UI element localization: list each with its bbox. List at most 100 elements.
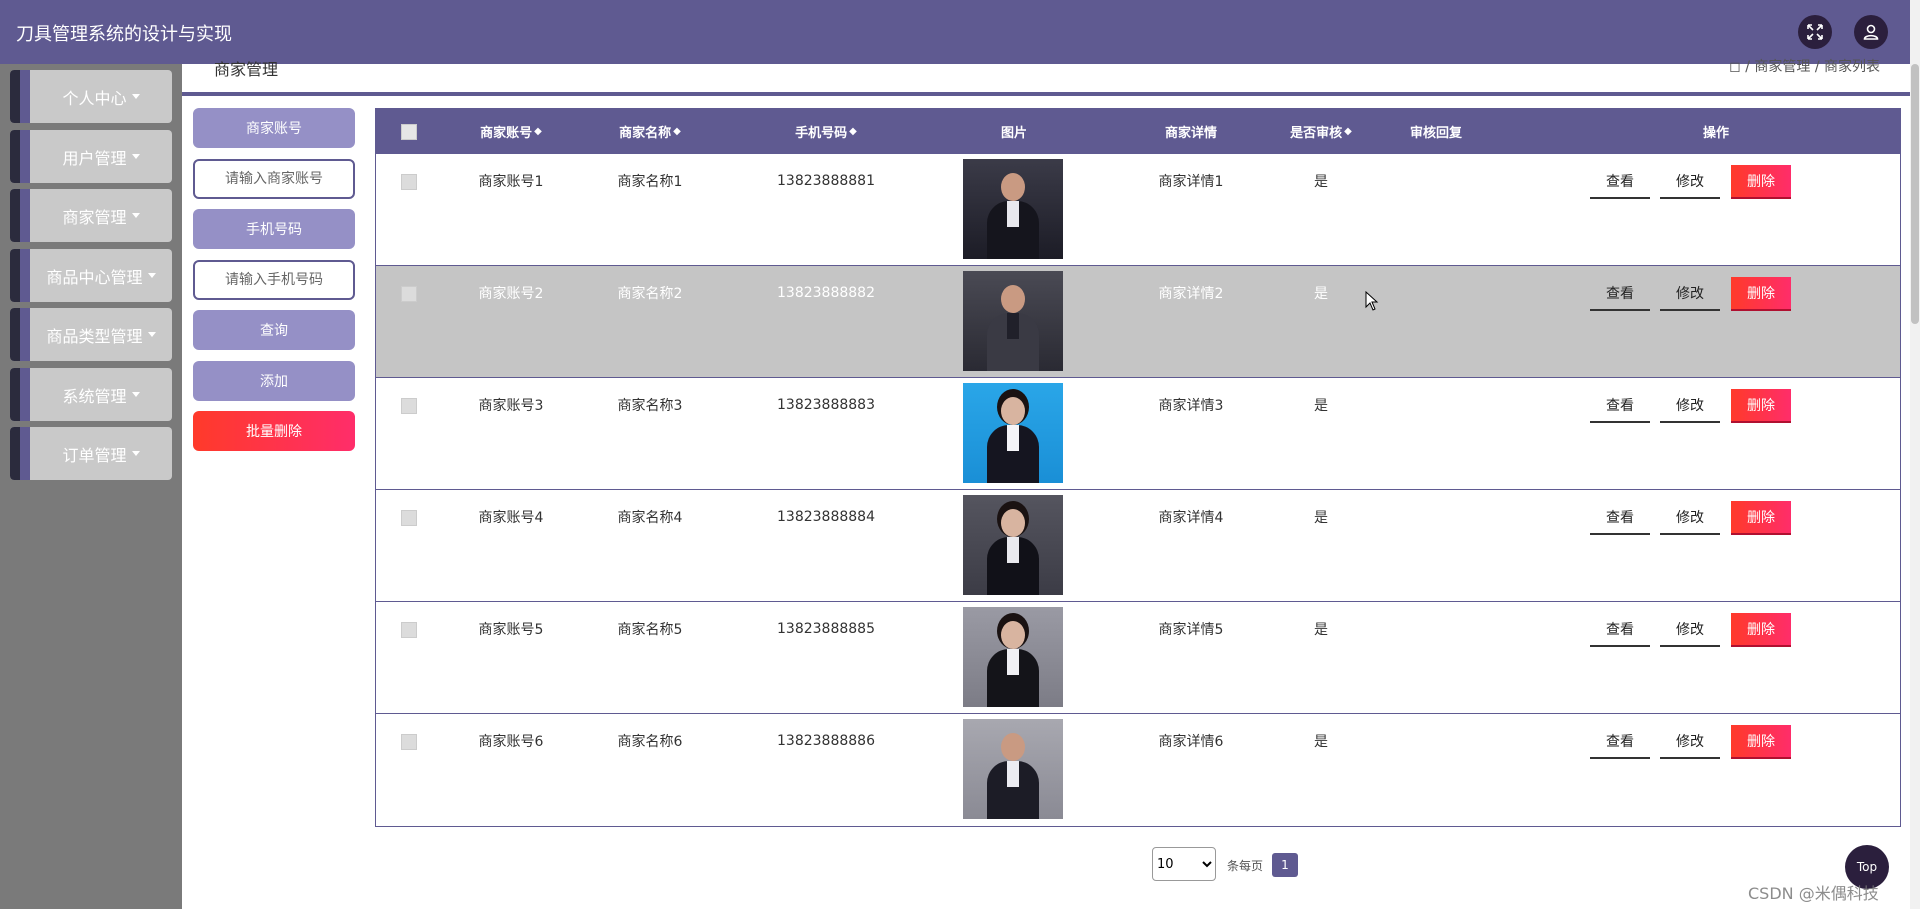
- col-header-name[interactable]: 商家名称 ◆: [610, 109, 690, 154]
- caret-down-icon: [131, 451, 140, 456]
- sidebar-item-user-management[interactable]: 用户管理: [10, 130, 172, 183]
- sort-icon: ◆: [673, 126, 681, 137]
- cell-detail: 商家详情6: [1158, 734, 1224, 750]
- col-header-phone[interactable]: 手机号码 ◆: [771, 109, 881, 154]
- merchant-photo: [963, 271, 1063, 371]
- row-checkbox[interactable]: [401, 622, 417, 638]
- sidebar-item-product-type[interactable]: 商品类型管理: [10, 308, 172, 361]
- fullscreen-icon: [1807, 24, 1823, 40]
- merchant-photo: [963, 159, 1063, 259]
- cell-detail: 商家详情5: [1158, 622, 1224, 638]
- user-button[interactable]: [1854, 15, 1888, 49]
- sidebar-item-merchant-management[interactable]: 商家管理: [10, 189, 172, 242]
- sidebar-item-label: 用户管理: [62, 148, 127, 168]
- cell-detail: 商家详情4: [1158, 510, 1224, 526]
- add-button[interactable]: 添加: [193, 361, 355, 401]
- view-button[interactable]: 查看: [1590, 389, 1650, 423]
- home-icon[interactable]: ◻: [1729, 59, 1741, 75]
- watermark: CSDN @米偶科技: [1748, 884, 1879, 903]
- delete-button[interactable]: 删除: [1731, 501, 1791, 535]
- cell-detail: 商家详情2: [1158, 286, 1224, 302]
- view-button[interactable]: 查看: [1590, 725, 1650, 759]
- query-button[interactable]: 查询: [193, 310, 355, 350]
- sidebar-item-label: 商家管理: [62, 207, 127, 227]
- table-row: 商家账号4 商家名称4 13823888884 商家详情4 是 查看 修改 删除: [376, 490, 1900, 602]
- merchant-photo: [963, 607, 1063, 707]
- view-button[interactable]: 查看: [1590, 277, 1650, 311]
- merchant-table: 商家账号 ◆ 商家名称 ◆ 手机号码 ◆ 图片 商家详情 是否审核 ◆ 审核回复 操作 …: [375, 108, 1901, 827]
- fullscreen-button[interactable]: [1798, 15, 1832, 49]
- edit-button[interactable]: 修改: [1660, 277, 1720, 311]
- cell-approved: 是: [1314, 398, 1328, 414]
- row-checkbox[interactable]: [401, 174, 417, 190]
- cell-account: 商家账号4: [478, 510, 544, 526]
- breadcrumb-separator: /: [1814, 59, 1820, 75]
- view-button[interactable]: 查看: [1590, 165, 1650, 199]
- sidebar-item-product-center[interactable]: 商品中心管理: [10, 249, 172, 302]
- row-checkbox[interactable]: [401, 734, 417, 750]
- row-checkbox[interactable]: [401, 286, 417, 302]
- cell-detail: 商家详情3: [1158, 398, 1224, 414]
- breadcrumb-section[interactable]: 商家管理: [1754, 59, 1810, 75]
- cell-phone: 13823888886: [777, 733, 875, 749]
- cell-detail: 商家详情1: [1158, 174, 1224, 190]
- select-all-checkbox[interactable]: [401, 124, 417, 140]
- col-header-reply: 审核回复: [1409, 126, 1462, 141]
- cell-approved: 是: [1314, 174, 1328, 190]
- sidebar-item-personal-center[interactable]: 个人中心: [10, 70, 172, 123]
- merchant-photo: [963, 383, 1063, 483]
- sidebar-item-order-management[interactable]: 订单管理: [10, 427, 172, 480]
- cell-approved: 是: [1314, 734, 1328, 750]
- table-row: 商家账号5 商家名称5 13823888885 商家详情5 是 查看 修改 删除: [376, 602, 1900, 714]
- col-header-account[interactable]: 商家账号 ◆: [471, 109, 551, 154]
- edit-button[interactable]: 修改: [1660, 725, 1720, 759]
- account-search-input[interactable]: [193, 159, 355, 199]
- col-header-photo: 图片: [1000, 126, 1027, 141]
- delete-button[interactable]: 删除: [1731, 389, 1791, 423]
- table-row: 商家账号1 商家名称1 13823888881 商家详情1 是 查看 修改 删除: [376, 154, 1900, 266]
- cell-account: 商家账号1: [478, 174, 544, 190]
- delete-button[interactable]: 删除: [1731, 725, 1791, 759]
- phone-search-input[interactable]: [193, 260, 355, 300]
- table-header: 商家账号 ◆ 商家名称 ◆ 手机号码 ◆ 图片 商家详情 是否审核 ◆ 审核回复 操作: [376, 109, 1900, 154]
- edit-button[interactable]: 修改: [1660, 389, 1720, 423]
- caret-down-icon: [131, 392, 140, 397]
- cell-approved: 是: [1314, 622, 1328, 638]
- delete-button[interactable]: 删除: [1731, 613, 1791, 647]
- view-button[interactable]: 查看: [1590, 613, 1650, 647]
- sidebar-item-label: 个人中心: [62, 88, 127, 108]
- edit-button[interactable]: 修改: [1660, 613, 1720, 647]
- batch-delete-button[interactable]: 批量删除: [193, 411, 355, 451]
- edit-button[interactable]: 修改: [1660, 165, 1720, 199]
- page-title: 商家管理: [214, 60, 279, 79]
- edit-button[interactable]: 修改: [1660, 501, 1720, 535]
- page-number-button[interactable]: 1: [1272, 853, 1298, 877]
- header-divider: [182, 92, 1910, 96]
- delete-button[interactable]: 删除: [1731, 165, 1791, 199]
- scrollbar-thumb[interactable]: [1911, 64, 1919, 324]
- user-icon: [1863, 24, 1879, 40]
- sort-icon: ◆: [534, 126, 542, 137]
- cell-name: 商家名称6: [617, 734, 683, 750]
- caret-down-icon: [131, 94, 140, 99]
- cell-phone: 13823888885: [777, 621, 875, 637]
- account-label: 商家账号: [193, 108, 355, 148]
- cell-name: 商家名称3: [617, 398, 683, 414]
- sort-icon: ◆: [849, 126, 857, 137]
- sidebar-item-system-management[interactable]: 系统管理: [10, 368, 172, 421]
- caret-down-icon: [147, 273, 156, 278]
- row-checkbox[interactable]: [401, 510, 417, 526]
- cell-account: 商家账号2: [478, 286, 544, 302]
- col-header-approved[interactable]: 是否审核 ◆: [1281, 109, 1361, 154]
- page-size-select[interactable]: 10: [1152, 847, 1216, 881]
- sort-icon: ◆: [1344, 126, 1352, 137]
- phone-label: 手机号码: [193, 209, 355, 249]
- top-bar: 刀具管理系统的设计与实现: [0, 0, 1920, 64]
- delete-button[interactable]: 删除: [1731, 277, 1791, 311]
- view-button[interactable]: 查看: [1590, 501, 1650, 535]
- caret-down-icon: [131, 154, 140, 159]
- table-row: 商家账号6 商家名称6 13823888886 商家详情6 是 查看 修改 删除: [376, 714, 1900, 826]
- cell-phone: 13823888882: [777, 285, 875, 301]
- row-checkbox[interactable]: [401, 398, 417, 414]
- sidebar-item-label: 系统管理: [62, 386, 127, 406]
